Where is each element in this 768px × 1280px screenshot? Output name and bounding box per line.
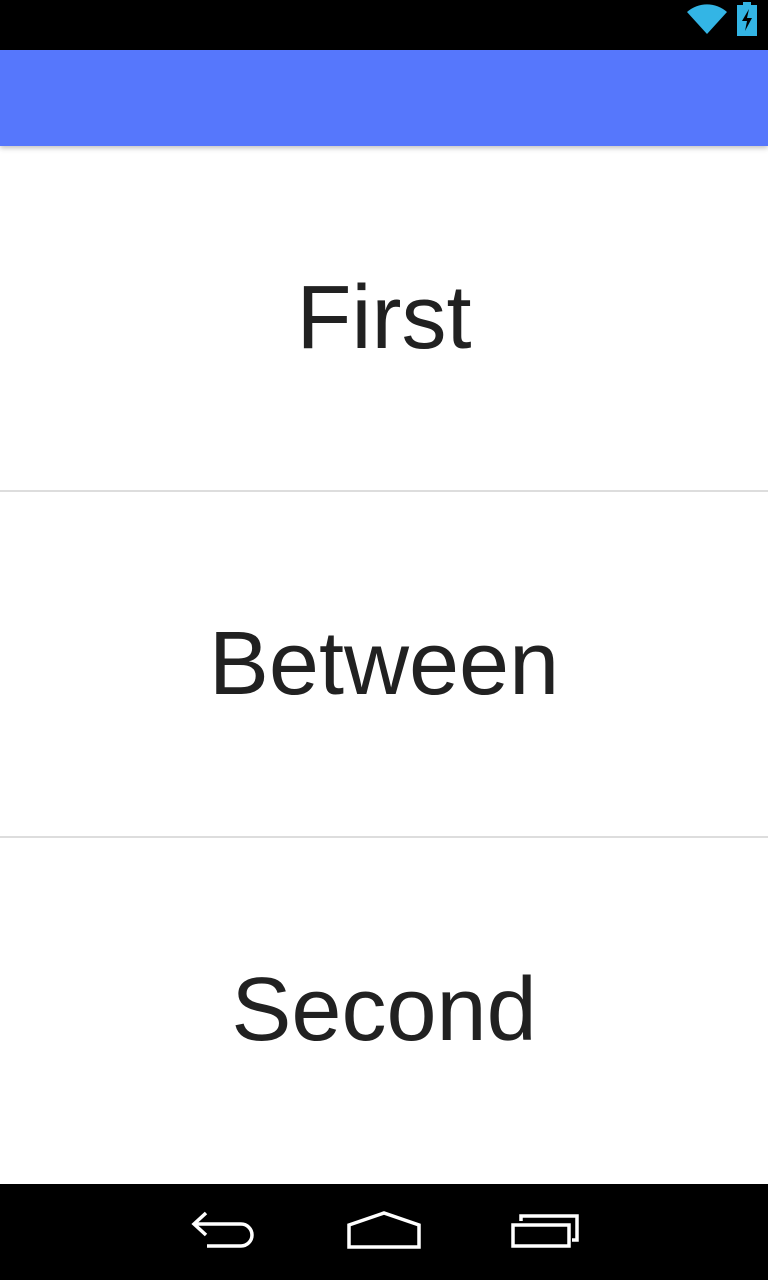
list: First Between Second [0,146,768,1184]
list-item-label: First [296,268,472,368]
list-item-label: Between [208,614,560,714]
status-icons [686,1,758,41]
back-button[interactable] [176,1204,272,1260]
navigation-bar [0,1184,768,1280]
status-bar [0,0,768,50]
wifi-icon [686,3,728,40]
list-item-label: Second [231,960,537,1060]
list-item-between[interactable]: Between [0,492,768,836]
back-icon [189,1210,259,1255]
home-icon [346,1210,422,1255]
battery-charging-icon [736,1,758,41]
list-item-second[interactable]: Second [0,838,768,1182]
app-bar [0,50,768,146]
recents-icon [510,1210,582,1255]
list-item-first[interactable]: First [0,146,768,490]
recents-button[interactable] [498,1204,594,1260]
home-button[interactable] [336,1204,432,1260]
